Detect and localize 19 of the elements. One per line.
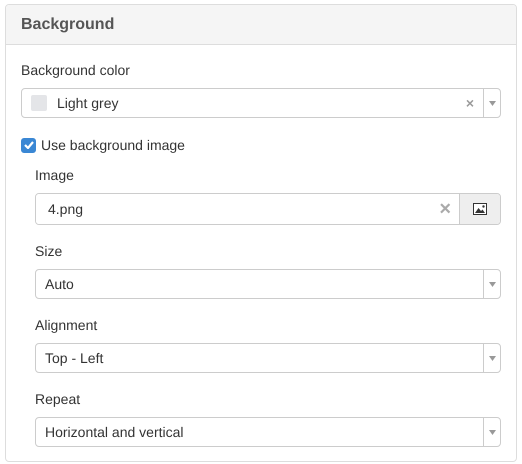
field-label: Alignment [35,316,98,335]
field-label: Background color [21,61,130,80]
dropdown[interactable]: Top - Left [35,343,501,373]
dropdown[interactable]: Auto [35,269,501,299]
caret-icon [488,356,496,360]
dropdown[interactable]: Horizontal and vertical [35,417,501,447]
panel-title: Background [21,14,114,34]
caret-icon [488,100,496,106]
checkbox[interactable] [21,138,36,152]
field-label: Repeat [35,390,80,409]
checkbox-label: Use background image [41,136,185,155]
field-label: Size [35,242,62,261]
image-picker-button[interactable] [459,194,500,224]
image-field[interactable]: 4.png × [35,193,501,225]
caret-icon [488,282,496,286]
image-icon [473,203,487,215]
color-select[interactable]: Light grey × [21,88,501,118]
field-label: Image [35,166,74,185]
caret-icon [488,430,496,434]
